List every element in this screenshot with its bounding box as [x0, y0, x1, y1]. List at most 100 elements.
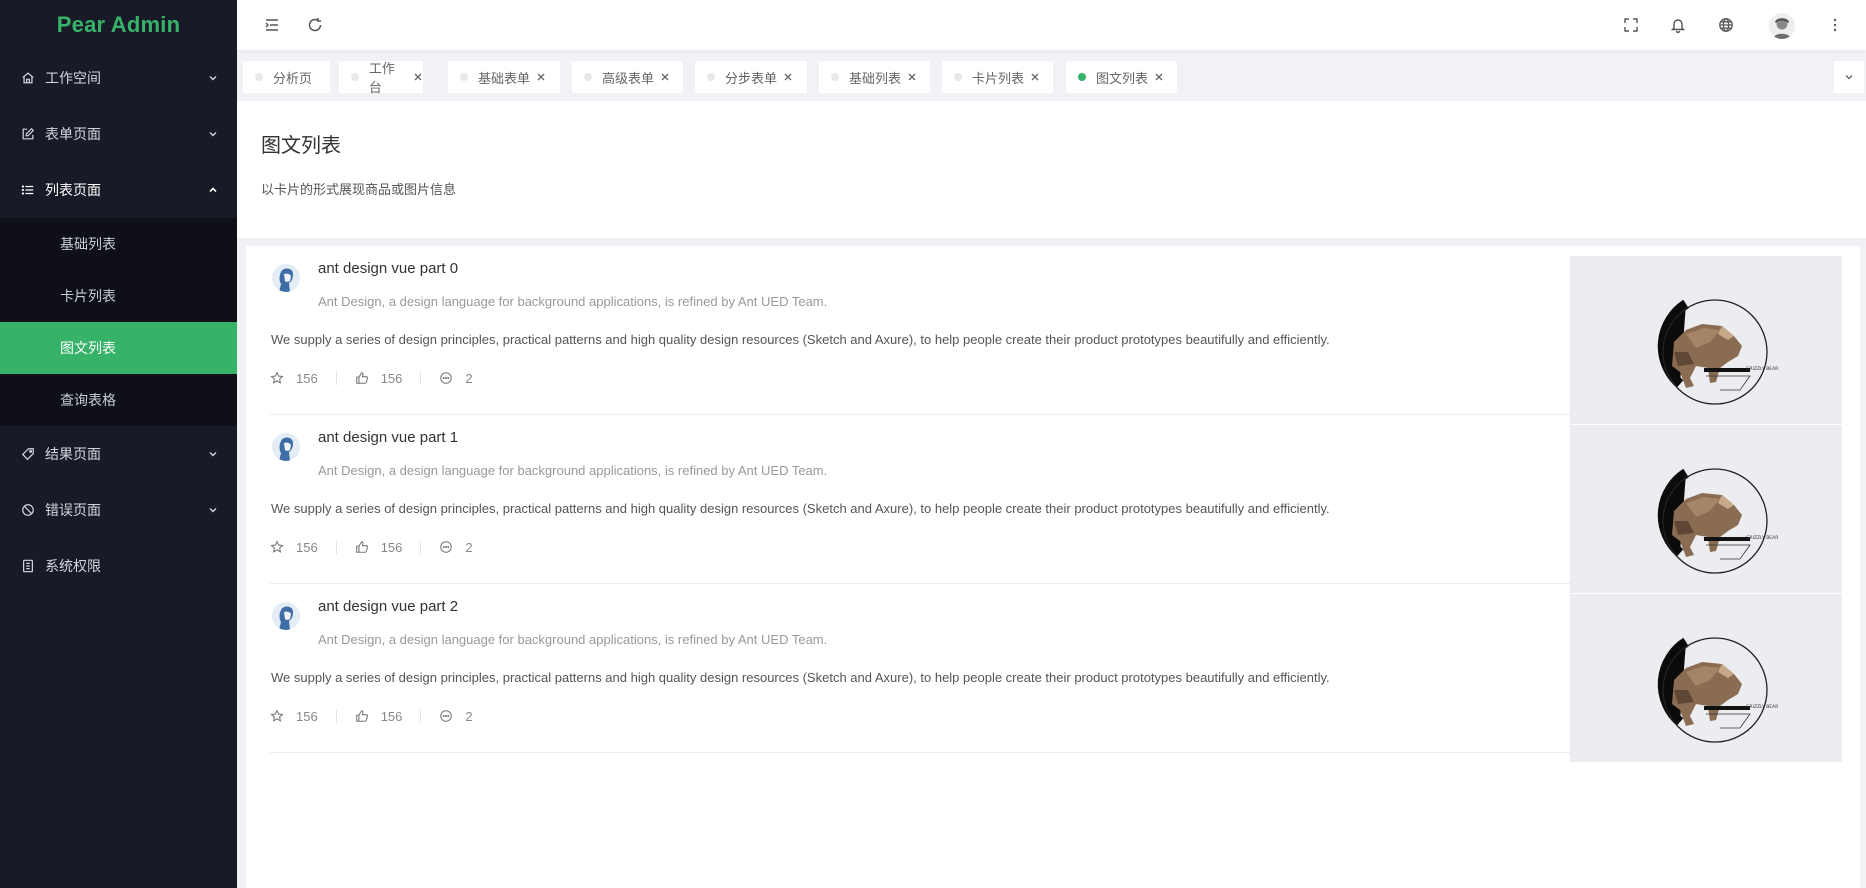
item-thumbnail[interactable]: GRIZZLY BEAR — [1570, 425, 1842, 593]
like-icon — [355, 372, 368, 384]
sidebar-item-workspace[interactable]: 工作空间 — [0, 50, 237, 106]
star-count: 156 — [296, 708, 318, 724]
tab-label: 基础列表 — [849, 70, 902, 86]
close-icon[interactable] — [907, 72, 917, 82]
star-icon — [270, 709, 284, 722]
comment-action[interactable]: 2 — [439, 539, 473, 555]
tab-label: 分步表单 — [725, 70, 778, 86]
list-item: ant design vue part 1 Ant Design, a desi… — [270, 415, 1842, 593]
tab-basic-list[interactable]: 基础列表 — [819, 61, 930, 93]
divider — [420, 540, 422, 554]
item-actions: 156 156 2 — [270, 370, 473, 386]
close-icon[interactable] — [1154, 72, 1164, 82]
close-icon[interactable] — [536, 72, 546, 82]
tab-workbench[interactable]: 工作台 — [339, 61, 423, 95]
star-action[interactable]: 156 — [270, 371, 318, 386]
tab-dot — [255, 73, 263, 81]
comment-count: 2 — [465, 539, 473, 555]
avatar — [272, 264, 300, 292]
page-description: 以卡片的形式展现商品或图片信息 — [261, 182, 457, 197]
top-header — [237, 0, 1866, 50]
tab-dot — [584, 73, 592, 81]
thumbnail-caption: GRIZZLY BEAR — [1746, 366, 1778, 372]
item-content: We supply a series of design principles,… — [271, 670, 1330, 685]
sidebar-subitem-query-table[interactable]: 查询表格 — [0, 374, 237, 426]
item-title[interactable]: ant design vue part 1 — [318, 429, 458, 446]
star-count: 156 — [296, 539, 318, 555]
comment-icon — [440, 710, 453, 722]
chevron-down-icon — [208, 73, 218, 83]
divider — [420, 371, 422, 385]
item-thumbnail[interactable]: GRIZZLY BEAR — [1570, 594, 1842, 762]
tab-label: 高级表单 — [602, 70, 655, 86]
sidebar-submenu-lists: 基础列表 卡片列表 图文列表 查询表格 — [0, 218, 237, 426]
user-avatar[interactable] — [1769, 13, 1795, 39]
fullscreen-icon[interactable] — [1621, 15, 1641, 35]
sidebar-item-label: 表单页面 — [45, 126, 101, 142]
item-subtitle: Ant Design, a design language for backgr… — [318, 632, 828, 647]
tab-advanced-form[interactable]: 高级表单 — [572, 61, 683, 93]
item-thumbnail[interactable]: GRIZZLY BEAR — [1570, 256, 1842, 424]
chevron-down-icon — [208, 505, 218, 515]
tab-dropdown-button[interactable] — [1834, 61, 1864, 93]
star-action[interactable]: 156 — [270, 540, 318, 555]
chevron-down-icon — [1844, 72, 1854, 82]
tab-label: 基础表单 — [478, 70, 531, 86]
sidebar-item-permissions[interactable]: 系统权限 — [0, 538, 237, 594]
sidebar-item-results[interactable]: 结果页面 — [0, 426, 237, 482]
close-icon[interactable] — [1030, 72, 1040, 82]
sidebar-item-label: 错误页面 — [45, 502, 101, 518]
tab-step-form[interactable]: 分步表单 — [695, 61, 807, 93]
close-icon[interactable] — [660, 72, 670, 82]
list-item: ant design vue part 0 Ant Design, a desi… — [270, 246, 1842, 424]
app-logo[interactable]: Pear Admin — [0, 0, 237, 50]
like-action[interactable]: 156 — [355, 708, 403, 724]
sidebar-item-label: 工作空间 — [45, 70, 101, 86]
sidebar-subitem-card-list[interactable]: 卡片列表 — [0, 270, 237, 322]
divider — [335, 709, 337, 723]
divider — [335, 371, 337, 385]
globe-icon[interactable] — [1716, 15, 1736, 35]
tab-dot — [351, 73, 359, 81]
item-subtitle: Ant Design, a design language for backgr… — [318, 463, 828, 478]
comment-action[interactable]: 2 — [439, 709, 473, 724]
like-icon — [355, 710, 368, 722]
comment-icon — [440, 541, 453, 553]
sidebar-subitem-image-text-list[interactable]: 图文列表 — [0, 322, 237, 374]
tab-bar: 分析页 工作台 基础表单 高级表单 分步表单 基础列表 卡片列表 图文列表 — [237, 55, 1866, 101]
tab-basic-form[interactable]: 基础表单 — [448, 61, 560, 93]
comment-action[interactable]: 2 — [439, 370, 473, 386]
more-vertical-icon[interactable] — [1825, 15, 1845, 35]
star-action[interactable]: 156 — [270, 709, 318, 724]
sidebar-item-forms[interactable]: 表单页面 — [0, 106, 237, 162]
like-count: 156 — [380, 708, 403, 724]
avatar — [272, 602, 300, 630]
tab-card-list[interactable]: 卡片列表 — [942, 61, 1053, 93]
tab-dot — [460, 73, 468, 81]
comment-count: 2 — [465, 370, 473, 386]
comment-icon — [440, 372, 453, 384]
image-text-list: ant design vue part 0 Ant Design, a desi… — [246, 246, 1860, 888]
sidebar-subitem-basic-list[interactable]: 基础列表 — [0, 218, 237, 270]
item-title[interactable]: ant design vue part 2 — [318, 598, 458, 615]
close-icon[interactable] — [783, 72, 793, 82]
chevron-down-icon — [208, 129, 218, 139]
bell-icon[interactable] — [1668, 15, 1688, 35]
tab-dot — [831, 73, 839, 81]
thumbnail-caption: GRIZZLY BEAR — [1746, 535, 1778, 541]
avatar — [272, 433, 300, 461]
refresh-icon[interactable] — [305, 15, 325, 35]
like-action[interactable]: 156 — [355, 540, 402, 555]
sidebar-item-errors[interactable]: 错误页面 — [0, 482, 237, 538]
sidebar-item-lists[interactable]: 列表页面 — [0, 162, 237, 218]
close-icon[interactable] — [413, 72, 423, 82]
item-title[interactable]: ant design vue part 0 — [318, 260, 458, 277]
menu-toggle-icon[interactable] — [262, 15, 282, 35]
page-header: 图文列表 以卡片的形式展现商品或图片信息 — [237, 101, 1866, 238]
list-item: ant design vue part 2 Ant Design, a desi… — [270, 584, 1842, 762]
tab-analysis[interactable]: 分析页 — [243, 61, 330, 93]
item-actions: 156 156 2 — [270, 539, 473, 555]
tab-image-text-list[interactable]: 图文列表 — [1066, 61, 1177, 93]
sidebar: Pear Admin 工作空间 表单页面 列表页面 基础列表 卡片列表 图文列表… — [0, 0, 237, 888]
like-action[interactable]: 156 — [355, 371, 402, 386]
